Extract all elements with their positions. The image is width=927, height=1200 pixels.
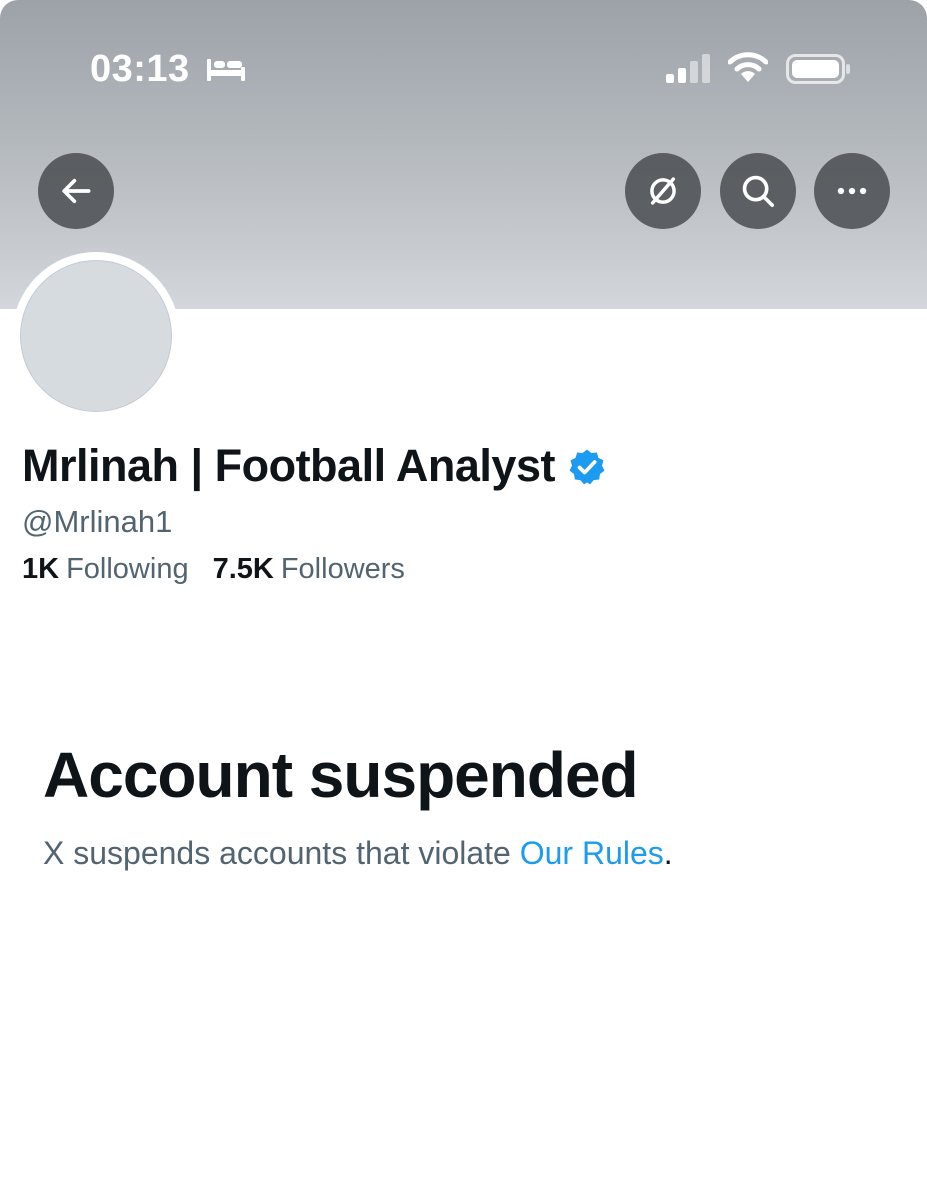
following-label: Following: [66, 553, 189, 585]
our-rules-link[interactable]: Our Rules: [520, 835, 664, 871]
wifi-icon: [728, 52, 768, 82]
profile-handle: @Mrlinah1: [22, 504, 173, 539]
suspended-message-period: .: [663, 835, 673, 871]
profile-avatar[interactable]: [12, 252, 180, 420]
suspended-message: X suspends accounts that violate Our Rul…: [43, 835, 673, 872]
following-count: 1K: [22, 553, 60, 585]
status-bar: 03:13: [0, 0, 927, 120]
display-name-row: Mrlinah | Football Analyst: [22, 438, 607, 494]
followers-label: Followers: [280, 553, 405, 585]
status-time: 03:13: [90, 48, 190, 90]
mute-button[interactable]: [625, 153, 701, 229]
followers-stat[interactable]: 7.5K Followers: [213, 553, 405, 586]
battery-icon: [786, 54, 850, 84]
display-name: Mrlinah | Football Analyst: [22, 440, 555, 491]
avatar-placeholder: [20, 260, 172, 412]
more-options-button[interactable]: [814, 153, 890, 229]
mute-icon: [650, 177, 676, 205]
bed-icon: [207, 59, 245, 81]
suspended-title: Account suspended: [43, 739, 639, 811]
search-icon: [742, 175, 775, 208]
more-options-icon: [837, 187, 867, 195]
follow-stats: 1K Following 7.5K Followers: [22, 553, 405, 586]
suspended-message-text: X suspends accounts that violate: [43, 835, 520, 871]
back-arrow-icon: [62, 178, 91, 204]
verified-badge-icon[interactable]: [567, 447, 607, 487]
followers-count: 7.5K: [212, 553, 274, 585]
back-button[interactable]: [38, 153, 114, 229]
following-stat[interactable]: 1K Following: [22, 553, 189, 586]
cellular-signal-icon: [666, 54, 710, 83]
search-button[interactable]: [720, 153, 796, 229]
